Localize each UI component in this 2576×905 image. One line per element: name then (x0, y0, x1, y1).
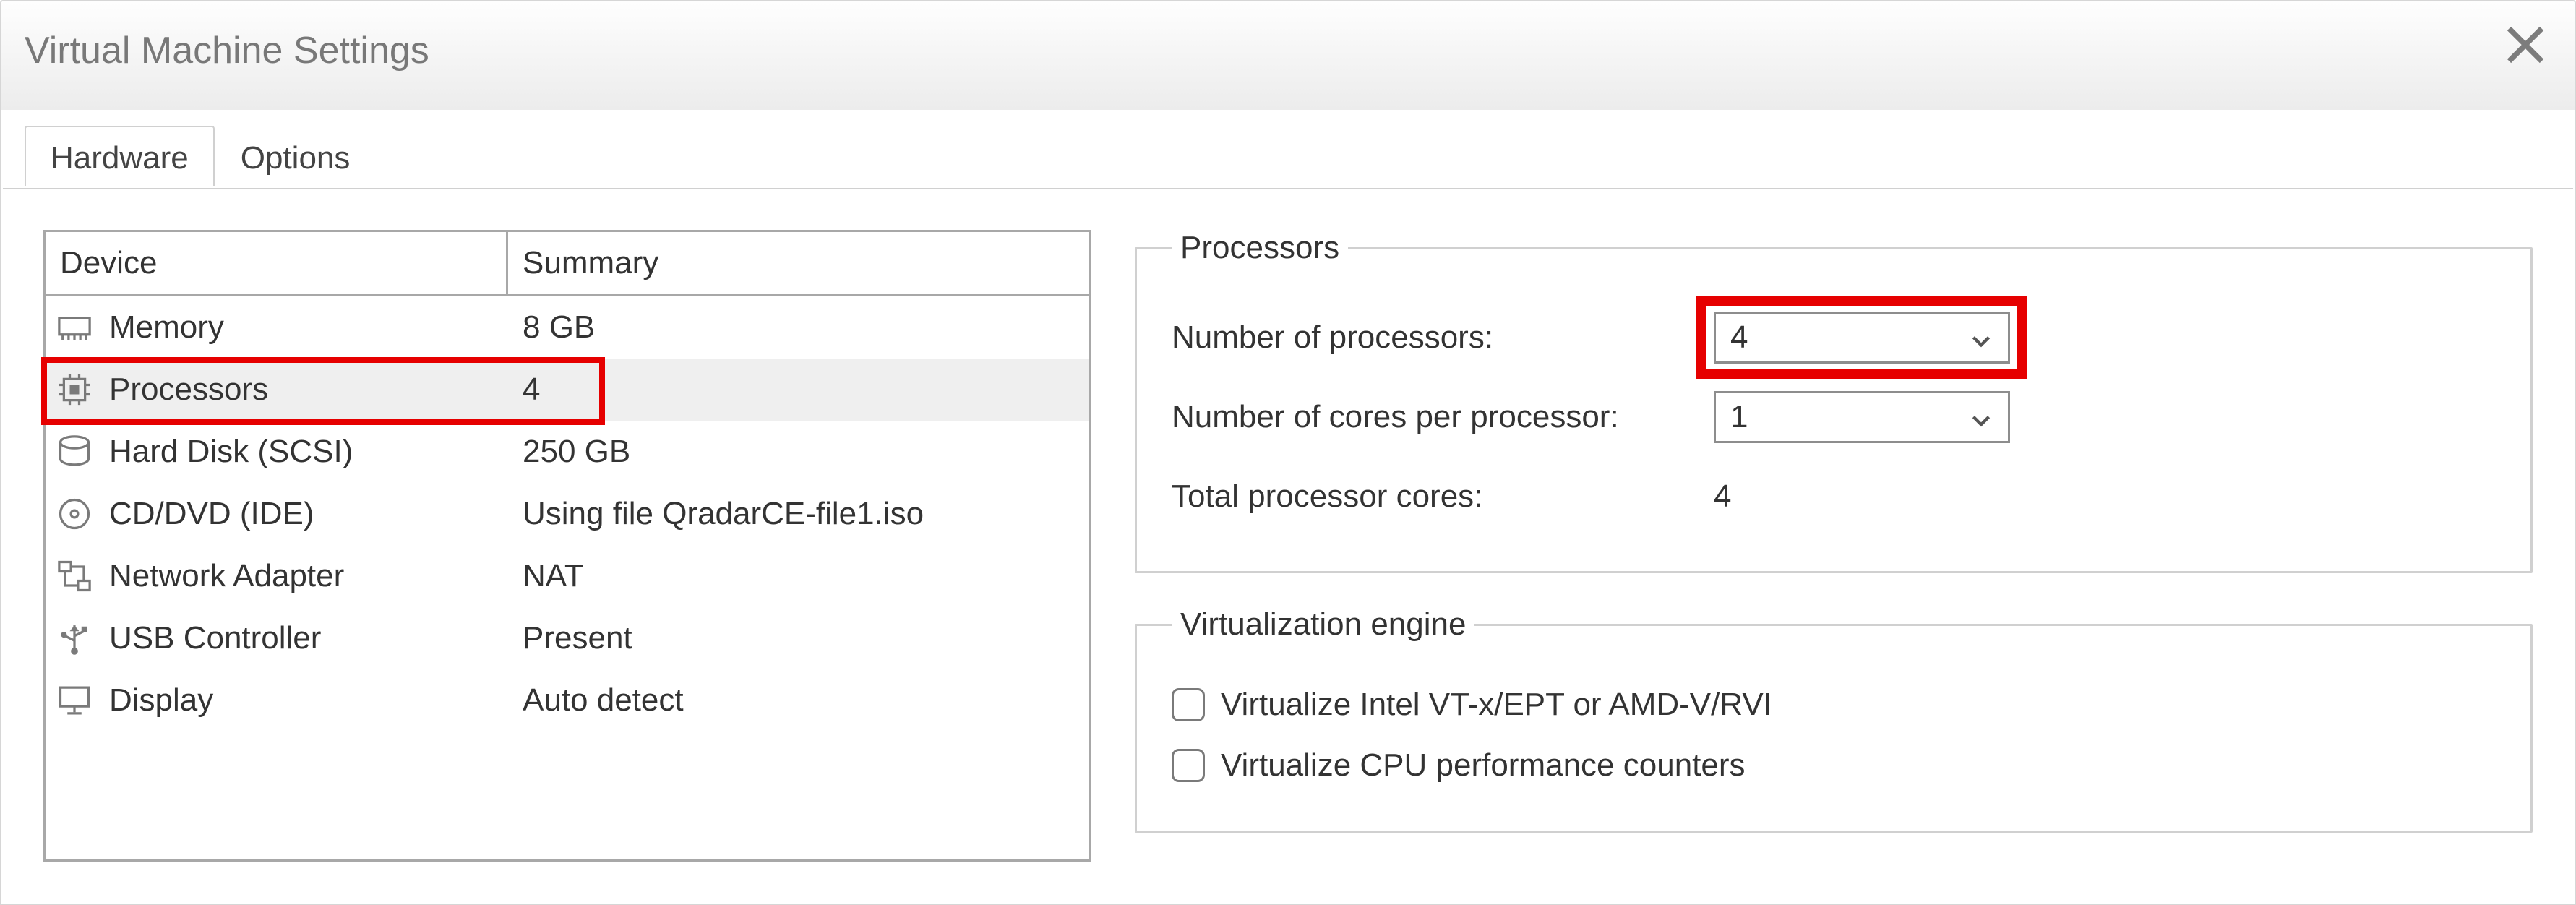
label-virt-vtx[interactable]: Virtualize Intel VT-x/EPT or AMD-V/RVI (1221, 687, 1772, 723)
device-name: CD/DVD (IDE) (109, 496, 314, 532)
config-panel: Processors Number of processors: 4 (1135, 230, 2533, 862)
chevron-down-icon (1969, 405, 1993, 429)
combo-cores[interactable]: 1 (1714, 391, 2010, 443)
combo-num-processors-value: 4 (1730, 319, 1969, 356)
vm-settings-window: Virtual Machine Settings Hardware Option… (0, 0, 2576, 905)
cd-icon (53, 495, 96, 533)
label-cores: Number of cores per processor: (1172, 399, 1692, 435)
virt-engine-group: Virtualization engine Virtualize Intel V… (1135, 606, 2533, 833)
cpu-icon (53, 371, 96, 408)
virt-engine-legend: Virtualization engine (1172, 606, 1474, 643)
processors-group: Processors Number of processors: 4 (1135, 230, 2533, 573)
chk-row-vtx: Virtualize Intel VT-x/EPT or AMD-V/RVI (1172, 674, 2496, 735)
dialog-body: Device Summary Memory 8 GB Processors 4 Hard… (3, 188, 2573, 902)
device-summary: Using file QradarCE-file1.iso (508, 496, 1089, 532)
device-name: Processors (109, 372, 268, 408)
checkbox-virt-perf[interactable] (1172, 749, 1205, 782)
memory-icon (53, 309, 96, 346)
device-name: Display (109, 682, 213, 719)
device-row-cpu[interactable]: Processors 4 (46, 359, 1089, 421)
device-row-usb[interactable]: USB Controller Present (46, 607, 1089, 669)
label-num-processors: Number of processors: (1172, 319, 1692, 356)
device-name: Memory (109, 309, 224, 346)
device-summary: Present (508, 620, 1089, 656)
device-name: Network Adapter (109, 558, 344, 594)
device-name: Hard Disk (SCSI) (109, 434, 353, 470)
disk-icon (53, 433, 96, 471)
device-table-header: Device Summary (46, 232, 1089, 296)
device-row-disk[interactable]: Hard Disk (SCSI) 250 GB (46, 421, 1089, 483)
device-row-memory[interactable]: Memory 8 GB (46, 296, 1089, 359)
display-icon (53, 682, 96, 719)
tab-options[interactable]: Options (215, 126, 377, 186)
chevron-down-icon (1969, 325, 1993, 350)
device-table: Device Summary Memory 8 GB Processors 4 Hard… (43, 230, 1091, 862)
device-summary: 8 GB (508, 309, 1089, 346)
chk-row-perf: Virtualize CPU performance counters (1172, 735, 2496, 796)
usb-icon (53, 619, 96, 657)
device-summary: 4 (508, 372, 1089, 408)
cfg-row-total: Total processor cores: 4 (1172, 457, 2496, 536)
cfg-row-cores: Number of cores per processor: 1 (1172, 377, 2496, 457)
checkbox-virt-vtx[interactable] (1172, 688, 1205, 721)
cfg-row-num-processors: Number of processors: 4 (1172, 298, 2496, 377)
value-total-cores: 4 (1714, 479, 1731, 515)
header-device[interactable]: Device (46, 232, 508, 294)
device-summary: Auto detect (508, 682, 1089, 719)
processors-legend: Processors (1172, 230, 1348, 266)
device-row-net[interactable]: Network Adapter NAT (46, 545, 1089, 607)
close-button[interactable] (2504, 23, 2547, 67)
close-icon (2504, 23, 2547, 67)
tabstrip: Hardware Options (25, 124, 376, 185)
device-row-cd[interactable]: CD/DVD (IDE) Using file QradarCE-file1.is… (46, 483, 1089, 545)
titlebar: Virtual Machine Settings (1, 1, 2575, 110)
device-summary: 250 GB (508, 434, 1089, 470)
window-title: Virtual Machine Settings (25, 16, 429, 72)
net-icon (53, 557, 96, 595)
combo-cores-value: 1 (1730, 399, 1969, 435)
tab-hardware[interactable]: Hardware (25, 126, 215, 186)
device-row-display[interactable]: Display Auto detect (46, 669, 1089, 732)
device-name: USB Controller (109, 620, 321, 656)
label-total-cores: Total processor cores: (1172, 479, 1692, 515)
header-summary[interactable]: Summary (508, 232, 1089, 294)
device-summary: NAT (508, 558, 1089, 594)
label-virt-perf[interactable]: Virtualize CPU performance counters (1221, 747, 1746, 784)
combo-num-processors[interactable]: 4 (1714, 312, 2010, 364)
